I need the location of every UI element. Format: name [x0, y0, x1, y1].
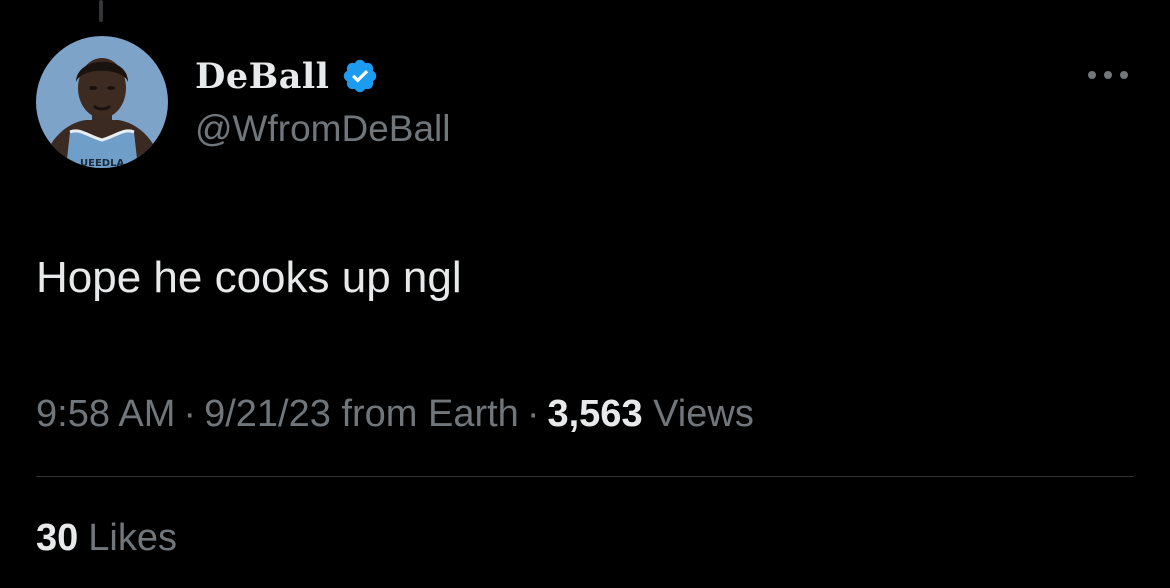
tweet-time[interactable]: 9:58 AM	[36, 393, 175, 435]
likes-link[interactable]: 30 Likes	[36, 512, 177, 564]
views-label: Views	[653, 393, 754, 435]
tweet-source: from Earth	[341, 393, 519, 435]
verified-badge-icon	[341, 57, 379, 95]
divider	[36, 476, 1134, 477]
meta-separator: ·	[526, 393, 540, 435]
avatar-image: UEEDLA	[36, 36, 168, 168]
likes-label: Likes	[88, 517, 177, 559]
profile-avatar[interactable]: UEEDLA	[36, 36, 168, 168]
thread-connector-line	[99, 0, 103, 22]
views-count: 3,563	[547, 393, 643, 435]
tweet-metadata: 9:58 AM · 9/21/23 from Earth · 3,563 Views	[36, 388, 754, 440]
tweet-date[interactable]: 9/21/23	[204, 393, 331, 435]
author-display-name[interactable]: DeBall	[195, 56, 329, 97]
author-handle[interactable]: @WfromDeBall	[195, 108, 450, 150]
tweet-text: Hope he cooks up ngl	[36, 253, 462, 302]
likes-count: 30	[36, 517, 79, 559]
more-options-icon[interactable]	[1080, 58, 1136, 92]
author-name-row: DeBall	[195, 56, 379, 97]
svg-text:UEEDLA: UEEDLA	[80, 158, 124, 168]
meta-separator: ·	[183, 393, 197, 435]
